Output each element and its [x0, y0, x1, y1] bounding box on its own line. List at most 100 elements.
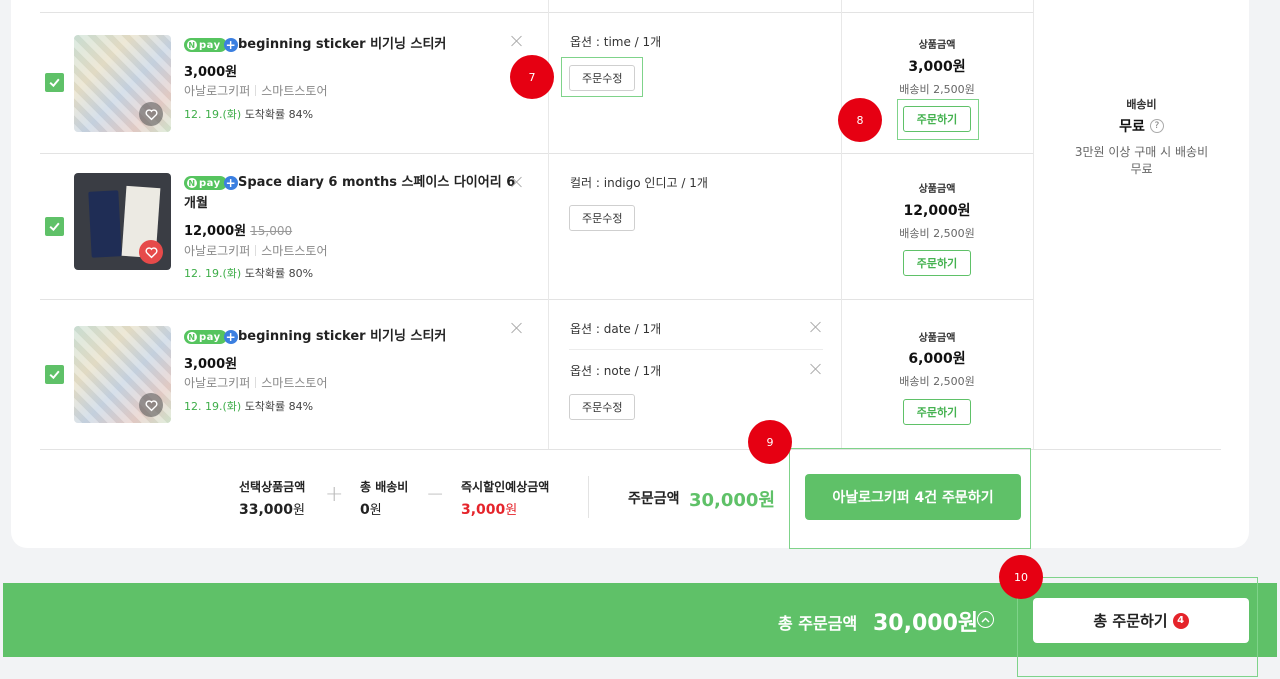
- divider: [40, 449, 1221, 450]
- shipping-fee: 배송비 2,500원: [899, 83, 975, 96]
- order-amount-label: 주문금액: [628, 491, 680, 507]
- annotation-box: [1017, 577, 1258, 677]
- price-current: 12,000원: [184, 224, 247, 239]
- won-unit: 원: [369, 503, 382, 518]
- chevron-up-icon[interactable]: [977, 611, 994, 628]
- product-name-cont[interactable]: 개월: [184, 194, 208, 214]
- option-divider: [569, 349, 823, 350]
- step-marker: 8: [838, 98, 882, 142]
- shipping-panel-note: 3만원 이상 구매 시 배송비 무료: [1034, 144, 1249, 178]
- product-price: 3,000원: [184, 357, 238, 372]
- step-marker: 10: [999, 555, 1043, 599]
- price-original: 15,000: [250, 224, 293, 238]
- annotation-box: [561, 57, 643, 97]
- amount-label: 상품금액: [918, 333, 956, 344]
- item-checkbox[interactable]: [45, 365, 64, 384]
- remove-option-icon[interactable]: [810, 321, 822, 333]
- order-amount: 30,000원: [689, 490, 776, 511]
- npay-badge: Npay +: [184, 176, 238, 190]
- item-checkbox[interactable]: [45, 217, 64, 236]
- amount-value: 6,000원: [908, 351, 966, 367]
- remove-option-icon[interactable]: [810, 363, 822, 375]
- delivery-estimate: 12. 19.(화) 도착확률 84%: [184, 398, 313, 414]
- divider: [40, 299, 1033, 300]
- minus-operator-icon: −: [426, 482, 445, 507]
- product-thumbnail[interactable]: [74, 173, 171, 270]
- delivery-rate: 도착확률 80%: [244, 267, 314, 280]
- order-item-button[interactable]: 주문하기: [903, 250, 971, 276]
- step-marker: 9: [748, 420, 792, 464]
- npay-badge: Npay +: [184, 330, 238, 344]
- plus-icon: +: [223, 38, 238, 52]
- shipping-panel-label: 배송비: [1126, 98, 1157, 111]
- item-checkbox[interactable]: [45, 73, 64, 92]
- divider: [40, 12, 1033, 13]
- seller-name[interactable]: 아날로그키퍼: [184, 82, 250, 99]
- order-item-button[interactable]: 주문하기: [903, 399, 971, 425]
- delivery-date: 12. 19.(화): [184, 400, 242, 413]
- edit-order-button[interactable]: 주문수정: [569, 394, 636, 420]
- product-price: 12,000원 15,000: [184, 220, 292, 239]
- selected-amount-label: 선택상품금액: [239, 480, 306, 494]
- product-thumbnail[interactable]: [74, 326, 171, 423]
- shipping-panel-value: 무료: [1119, 119, 1145, 135]
- store-type: 스마트스토어: [261, 244, 328, 258]
- delivery-date: 12. 19.(화): [184, 267, 242, 280]
- divider: [40, 153, 1033, 154]
- annotation-box: [897, 99, 979, 140]
- npay-badge: Npay +: [184, 38, 238, 52]
- delivery-date: 12. 19.(화): [184, 108, 242, 121]
- discount-amount: 3,000원: [461, 499, 517, 518]
- total-order-amount: 30,000원: [873, 611, 979, 636]
- heart-icon[interactable]: [139, 240, 163, 264]
- total-shipping-number: 0: [360, 502, 370, 518]
- product-thumbnail[interactable]: [74, 35, 171, 132]
- store-type: 스마트스토어: [261, 376, 328, 390]
- shipping-note-line: 무료: [1130, 162, 1153, 176]
- selected-amount-number: 33,000: [239, 502, 294, 518]
- product-name[interactable]: Space diary 6 months 스페이스 다이어리 6: [238, 173, 515, 193]
- product-name[interactable]: beginning sticker 비기닝 스티커: [238, 327, 446, 347]
- seller-info: 아날로그키퍼 스마트스토어: [184, 374, 328, 391]
- won-unit: 원: [293, 503, 305, 518]
- selected-amount: 33,000원: [239, 499, 305, 518]
- plus-operator-icon: +: [325, 482, 344, 507]
- help-icon[interactable]: ?: [1149, 119, 1164, 133]
- seller-name[interactable]: 아날로그키퍼: [184, 242, 250, 259]
- discount-label: 즉시할인예상금액: [461, 480, 550, 494]
- divider: [1033, 0, 1034, 449]
- shipping-fee: 배송비 2,500원: [899, 375, 975, 388]
- option-text: 옵션 : time / 1개: [570, 35, 662, 49]
- store-type: 스마트스토어: [261, 84, 328, 98]
- delivery-rate: 도착확률 84%: [244, 108, 314, 121]
- product-price: 3,000원: [184, 65, 238, 80]
- plus-icon: +: [223, 330, 238, 344]
- seller-name[interactable]: 아날로그키퍼: [184, 374, 250, 391]
- shipping-fee: 배송비 2,500원: [899, 227, 975, 240]
- remove-item-icon[interactable]: [511, 35, 523, 47]
- total-shipping: 0원: [360, 499, 382, 518]
- seller-info: 아날로그키퍼 스마트스토어: [184, 242, 328, 259]
- total-order-label: 총 주문금액: [778, 614, 858, 633]
- option-text: 옵션 : note / 1개: [570, 364, 662, 378]
- heart-icon[interactable]: [139, 393, 163, 417]
- heart-icon[interactable]: [139, 102, 163, 126]
- shipping-panel-value-row: 무료 ?: [1034, 116, 1249, 136]
- discount-number: 3,000: [461, 502, 506, 518]
- amount-value: 3,000원: [908, 59, 966, 75]
- step-marker: 7: [510, 55, 554, 99]
- amount-label: 상품금액: [918, 40, 956, 51]
- won-unit: 원: [505, 503, 518, 518]
- amount-label: 상품금액: [918, 184, 956, 195]
- product-name[interactable]: beginning sticker 비기닝 스티커: [238, 35, 446, 55]
- edit-order-button[interactable]: 주문수정: [569, 205, 636, 231]
- seller-info: 아날로그키퍼 스마트스토어: [184, 82, 328, 99]
- delivery-estimate: 12. 19.(화) 도착확률 80%: [184, 265, 313, 281]
- divider: [588, 476, 589, 518]
- remove-item-icon[interactable]: [511, 176, 523, 188]
- total-shipping-label: 총 배송비: [360, 480, 409, 494]
- option-text: 컬러 : indigo 인디고 / 1개: [570, 176, 708, 190]
- remove-item-icon[interactable]: [511, 322, 523, 334]
- amount-value: 12,000원: [903, 203, 971, 219]
- plus-icon: +: [223, 176, 238, 190]
